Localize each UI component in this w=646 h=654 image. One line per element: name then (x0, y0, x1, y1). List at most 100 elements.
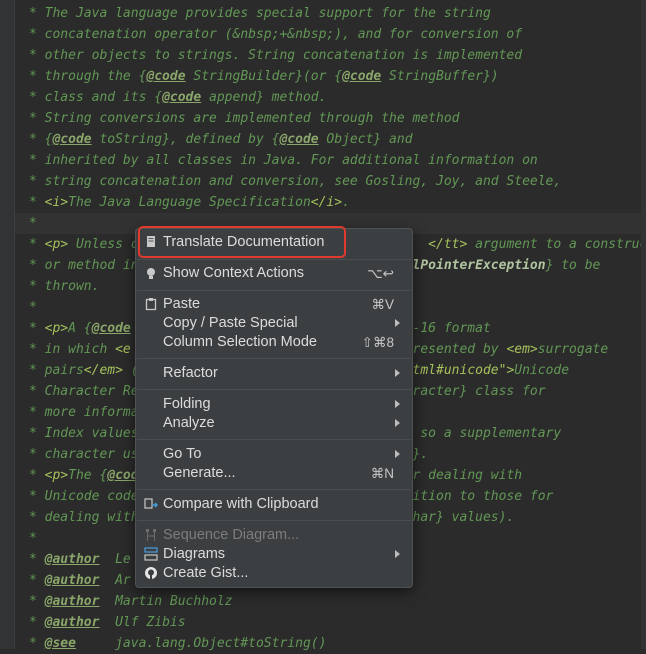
code-token: * pairs (29, 363, 84, 378)
code-token: <p> (44, 321, 69, 336)
menu-item-label: Copy / Paste Special (163, 315, 298, 331)
code-token: Ulf Zibis (99, 615, 186, 630)
code-token: Ar (99, 573, 131, 588)
code-token: * (29, 573, 45, 588)
menu-item-label: Compare with Clipboard (163, 496, 319, 512)
code-line[interactable]: * The Java language provides special sup… (29, 3, 491, 24)
code-line[interactable]: * @author Ulf Zibis (29, 612, 186, 633)
code-token: @author (44, 552, 100, 567)
diagram-icon (144, 547, 158, 561)
submenu-arrow-icon (395, 419, 400, 427)
code-line[interactable]: * through the {@code StringBuilder}(or {… (29, 66, 499, 87)
menu-item-label: Create Gist... (163, 565, 249, 581)
code-token: * String conversions are implemented thr… (29, 111, 460, 126)
menu-item-folding[interactable]: Folding (136, 395, 412, 414)
code-line[interactable]: * (29, 213, 37, 234)
code-token: <i> (44, 195, 69, 210)
menu-item-paste[interactable]: Paste ⌘V (136, 295, 412, 314)
code-token: } to be (545, 258, 601, 273)
code-line[interactable]: * <i>The Java Language Specification</i>… (29, 192, 350, 213)
menu-item-copy-paste-special[interactable]: Copy / Paste Special (136, 314, 412, 333)
editor-gutter (0, 0, 15, 649)
code-line[interactable]: * other objects to strings. String conca… (29, 45, 522, 66)
code-token: </i> (310, 195, 343, 210)
scrollbar-track[interactable] (641, 0, 646, 649)
menu-item-compare-with-clipboard[interactable]: Compare with Clipboard (136, 495, 412, 514)
code-token: * in which (29, 342, 116, 357)
submenu-arrow-icon (395, 319, 400, 327)
menu-separator (137, 358, 411, 359)
code-token: @cod (107, 468, 139, 483)
menu-separator (137, 259, 411, 260)
lightbulb-icon (147, 268, 155, 279)
code-token: toString}, defined by { (91, 132, 280, 147)
code-token: <p> (44, 237, 69, 252)
menu-item-create-gist[interactable]: Create Gist... (136, 564, 412, 583)
highlight-annotation-box (138, 226, 346, 258)
shortcut-label: ⇧⌘8 (361, 335, 394, 350)
menu-separator (137, 290, 411, 291)
code-token: @code (279, 132, 319, 147)
code-token: </em> (83, 363, 123, 378)
code-token: StringBuffer}) (381, 69, 499, 84)
code-line[interactable]: * thrown. (29, 276, 99, 297)
code-token: * (29, 300, 37, 315)
submenu-arrow-icon (395, 369, 400, 377)
code-line[interactable]: * @author Le (29, 549, 131, 570)
code-token: * (29, 195, 45, 210)
code-line[interactable]: * (29, 528, 37, 549)
code-token: * (29, 321, 45, 336)
code-token: </tt> (428, 237, 468, 252)
menu-item-go-to[interactable]: Go To (136, 445, 412, 464)
code-token: The { (68, 468, 108, 483)
menu-item-label: Show Context Actions (163, 265, 305, 281)
code-token: A { (68, 321, 92, 336)
code-token: * (29, 237, 45, 252)
code-token: . (342, 195, 350, 210)
menu-item-analyze[interactable]: Analyze (136, 414, 412, 433)
code-line[interactable]: * more informa (29, 402, 139, 423)
code-token: * (29, 594, 45, 609)
menu-separator (137, 520, 411, 521)
menu-item-column-selection-mode[interactable]: Column Selection Mode ⇧⌘8 (136, 333, 412, 352)
code-token: StringBuilder}(or { (185, 69, 343, 84)
code-token: @author (44, 615, 100, 630)
code-token: * thrown. (29, 279, 100, 294)
code-token: @code (91, 321, 131, 336)
menu-item-label: Sequence Diagram... (163, 527, 300, 543)
code-token: @code (52, 132, 92, 147)
code-line[interactable]: * inherited by all classes in Java. For … (29, 150, 538, 171)
code-token: * concatenation operator (&nbsp;+&nbsp;)… (29, 27, 523, 42)
code-line[interactable]: * class and its {@code append} method. (29, 87, 326, 108)
menu-item-refactor[interactable]: Refactor (136, 364, 412, 383)
code-line[interactable]: * {@code toString}, defined by {@code Ob… (29, 129, 413, 150)
submenu-arrow-icon (395, 400, 400, 408)
menu-item-label: Paste (163, 296, 201, 312)
code-line[interactable]: * @author Martin Buchholz (29, 591, 233, 612)
code-line[interactable]: * string concatenation and conversion, s… (29, 171, 561, 192)
code-token: * through the { (29, 69, 147, 84)
menu-item-sequence-diagram[interactable]: Sequence Diagram... (136, 526, 412, 545)
code-token: Le (99, 552, 131, 567)
code-token: argument to a constructor (475, 237, 646, 252)
code-token: @code (146, 69, 186, 84)
code-token: The Java Language Specification (68, 195, 311, 210)
code-token: * (29, 552, 45, 567)
menu-item-show-context-actions[interactable]: Show Context Actions ⌥↩ (136, 264, 412, 283)
code-line[interactable]: * (29, 297, 37, 318)
submenu-arrow-icon (395, 450, 400, 458)
menu-item-diagrams[interactable]: Diagrams (136, 545, 412, 564)
code-line[interactable]: * String conversions are implemented thr… (29, 108, 459, 129)
code-token: <e (115, 342, 131, 357)
code-line[interactable]: * concatenation operator (&nbsp;+&nbsp;)… (29, 24, 522, 45)
github-icon (145, 567, 157, 579)
code-token: * (29, 468, 45, 483)
menu-item-label: Folding (163, 396, 211, 412)
code-token: * { (29, 132, 53, 147)
code-line[interactable]: * @see java.lang.Object#toString() (29, 633, 326, 654)
menu-item-label: Analyze (163, 415, 215, 431)
code-token: * more informa (29, 405, 139, 420)
code-token: <p> (44, 468, 69, 483)
menu-item-generate[interactable]: Generate... ⌘N (136, 464, 412, 483)
code-line[interactable]: * @author Ar (29, 570, 131, 591)
